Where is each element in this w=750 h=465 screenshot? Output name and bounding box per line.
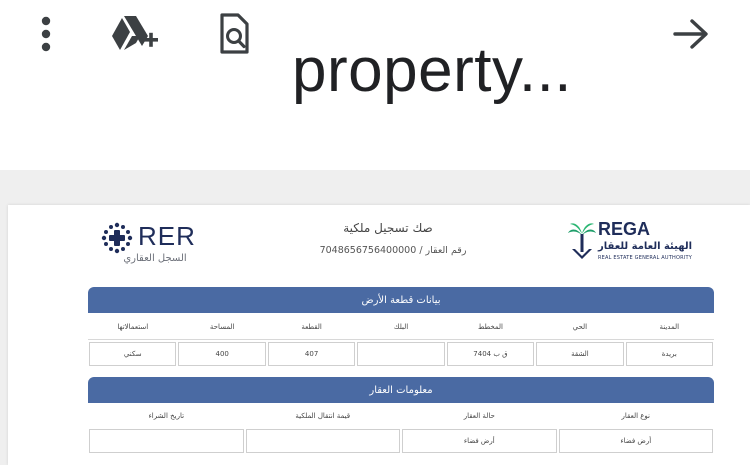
property-info-table: نوع العقار حالة العقار قيمة انتقال الملك… bbox=[88, 403, 714, 453]
page-title: property... bbox=[292, 36, 573, 105]
table-row: بريدة الشقة ق ب 7404 407 400 سكني bbox=[88, 339, 714, 368]
header-area: المساحة bbox=[209, 323, 235, 331]
header-plot: القطعة bbox=[301, 323, 322, 331]
add-to-drive-icon bbox=[112, 16, 158, 50]
rega-logo-text: REGA bbox=[598, 219, 651, 239]
header-property-status: حالة العقار bbox=[463, 412, 495, 420]
value-block bbox=[357, 342, 445, 366]
rer-emblem-icon bbox=[101, 222, 133, 254]
table-row: أرض فضاء أرض فضاء bbox=[88, 429, 714, 453]
header-district: الحي bbox=[572, 323, 588, 331]
property-number-value: 7048656756400000 bbox=[319, 245, 417, 256]
document-viewer[interactable]: RER السجل العقاري صك تسجيل ملكية رقم الع… bbox=[0, 170, 750, 465]
rer-logo: RER السجل العقاري bbox=[96, 219, 226, 269]
value-city: بريدة bbox=[625, 342, 713, 366]
header-transfer-value: قيمة انتقال الملكية bbox=[295, 412, 351, 420]
header-city: المدينة bbox=[659, 323, 680, 331]
property-number-label: رقم العقار / bbox=[419, 245, 467, 256]
rer-logo-subtitle: السجل العقاري bbox=[123, 253, 187, 264]
value-usage: سكني bbox=[89, 342, 177, 366]
add-to-drive-button[interactable] bbox=[106, 12, 162, 56]
deed-title: صك تسجيل ملكية bbox=[343, 221, 433, 235]
value-purchase-date bbox=[89, 429, 244, 453]
land-plot-section-header: بيانات قطعة الأرض bbox=[88, 287, 714, 313]
document-page: RER السجل العقاري صك تسجيل ملكية رقم الع… bbox=[8, 205, 750, 465]
land-plot-table: المدينة الحي المخطط البلك القطعة المساحة… bbox=[88, 315, 714, 368]
table-header-row: نوع العقار حالة العقار قيمة انتقال الملك… bbox=[88, 403, 714, 429]
forward-button[interactable] bbox=[666, 12, 716, 56]
value-district: الشقة bbox=[536, 342, 624, 366]
header-plan: المخطط bbox=[477, 323, 503, 331]
find-in-document-icon bbox=[220, 13, 249, 54]
rega-logo-arabic: الهيئة العامة للعقار bbox=[598, 241, 693, 252]
find-in-page-button[interactable] bbox=[208, 10, 260, 58]
rega-logo: REGA الهيئة العامة للعقار REAL ESTATE GE… bbox=[568, 219, 718, 267]
value-property-status: أرض فضاء bbox=[402, 429, 557, 453]
value-area: 400 bbox=[178, 342, 266, 366]
palm-tree-icon bbox=[568, 223, 596, 259]
header-usage: استعمالاتها bbox=[117, 323, 149, 331]
more-options-button[interactable] bbox=[26, 12, 66, 56]
value-plot: 407 bbox=[267, 342, 356, 366]
rega-logo-english: REAL ESTATE GENERAL AUTHORITY bbox=[598, 255, 692, 261]
header-block: البلك bbox=[393, 323, 409, 331]
property-info-section-header: معلومات العقار bbox=[88, 377, 714, 403]
table-header-row: المدينة الحي المخطط البلك القطعة المساحة… bbox=[88, 315, 714, 339]
value-transfer-value bbox=[245, 429, 400, 453]
header-purchase-date: تاريخ الشراء bbox=[148, 412, 185, 420]
value-property-type: أرض فضاء bbox=[558, 429, 713, 453]
value-plan: ق ب 7404 bbox=[446, 342, 535, 366]
property-number: رقم العقار / 7048656756400000 bbox=[308, 245, 478, 256]
rer-logo-text: RER bbox=[138, 221, 196, 251]
header-property-type: نوع العقار bbox=[621, 412, 650, 420]
app-toolbar: property... bbox=[0, 0, 750, 170]
arrow-forward-icon bbox=[673, 19, 708, 49]
more-vert-icon bbox=[41, 16, 51, 52]
